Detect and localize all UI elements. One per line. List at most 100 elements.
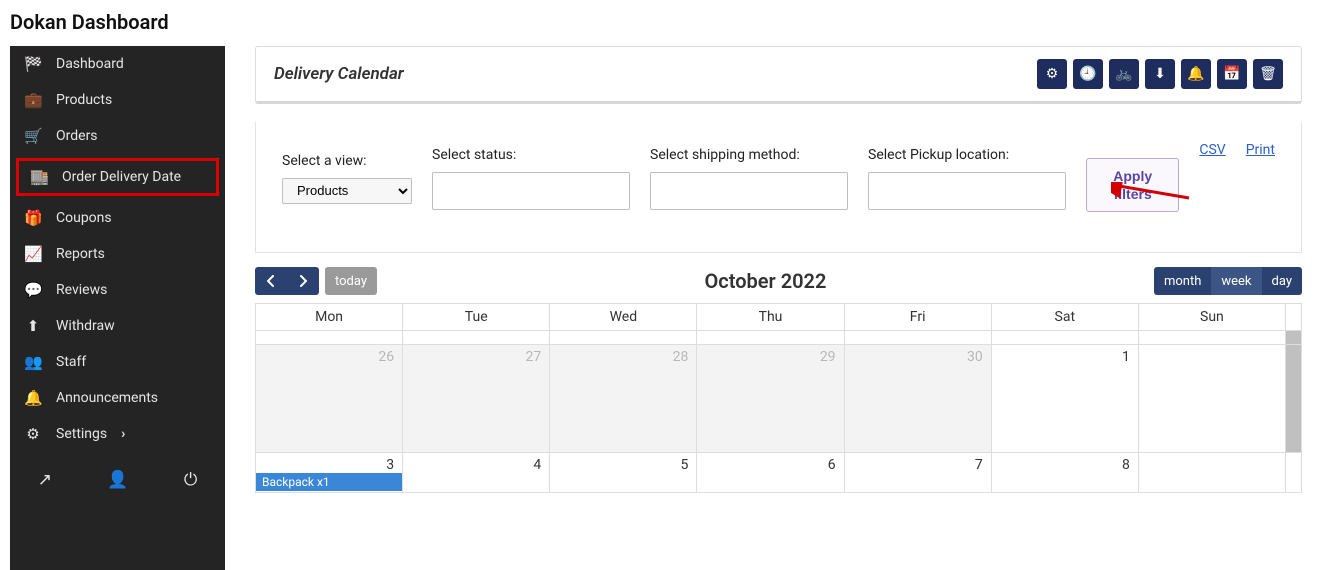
main-content: Delivery Calendar ⚙🕘🚲⬇🔔📅🗑 Select a view:… xyxy=(225,46,1320,570)
day-number: 6 xyxy=(828,457,836,473)
calendar-cell[interactable]: 30 xyxy=(844,345,991,453)
calendar-icon[interactable]: 📅 xyxy=(1217,59,1247,89)
download-icon[interactable]: ⬇ xyxy=(1145,59,1175,89)
upload-icon: ⬆ xyxy=(24,317,42,335)
calendar-event[interactable]: Backpack x1 xyxy=(256,473,402,491)
print-link[interactable]: Print xyxy=(1246,142,1275,158)
calendar-cell[interactable]: 5 xyxy=(550,453,697,493)
header-icon-row: ⚙🕘🚲⬇🔔📅🗑 xyxy=(1037,59,1283,89)
sidebar-item-settings[interactable]: ⚙Settings› xyxy=(10,416,225,452)
chart-icon: 📈 xyxy=(24,245,42,263)
day-header: Thu xyxy=(697,304,844,331)
briefcase-icon: 💼 xyxy=(24,91,42,109)
calendar-cell[interactable]: 29 xyxy=(697,345,844,453)
sidebar-item-order-delivery-date[interactable]: 🏬 Order Delivery Date xyxy=(16,158,219,196)
sidebar-item-label: Settings xyxy=(56,426,107,442)
view-switch: month week day xyxy=(1154,267,1302,295)
sidebar-item-label: Products xyxy=(56,92,112,108)
pickup-input[interactable] xyxy=(868,172,1066,210)
calendar-cell[interactable] xyxy=(1138,345,1285,453)
view-week[interactable]: week xyxy=(1211,267,1261,295)
bicycle-icon[interactable]: 🚲 xyxy=(1109,59,1139,89)
day-number: 27 xyxy=(526,349,542,365)
calendar-cell[interactable]: 8 xyxy=(991,453,1138,493)
sidebar-item-label: Reviews xyxy=(56,282,107,298)
tachometer-icon: 🏁 xyxy=(24,55,42,73)
calendar-cell[interactable]: 7 xyxy=(844,453,991,493)
calendar-cell[interactable] xyxy=(1138,453,1285,493)
bell-icon: 🔔 xyxy=(24,389,42,407)
day-header: Sun xyxy=(1138,304,1285,331)
calendar-toolbar: today October 2022 month week day xyxy=(255,267,1302,295)
calendar-cell[interactable]: 27 xyxy=(403,345,550,453)
day-header: Sat xyxy=(991,304,1138,331)
apply-filters-button[interactable]: Apply filters xyxy=(1086,158,1179,212)
sidebar-item-dashboard[interactable]: 🏁Dashboard xyxy=(10,46,225,82)
calendar-title: October 2022 xyxy=(377,269,1154,293)
day-number: 4 xyxy=(533,457,541,473)
panel-title: Delivery Calendar xyxy=(274,64,404,84)
scrollbar[interactable] xyxy=(1286,453,1302,493)
sidebar-item-products[interactable]: 💼 Products xyxy=(10,82,225,118)
sidebar: 🏁Dashboard 💼 Products 🛒 Orders 🏬 Order Deliver… xyxy=(10,46,225,570)
view-day[interactable]: day xyxy=(1262,267,1302,295)
cog-icon[interactable]: ⚙ xyxy=(1037,59,1067,89)
shipping-input[interactable] xyxy=(650,172,848,210)
day-header: Tue xyxy=(403,304,550,331)
status-input[interactable] xyxy=(432,172,630,210)
scrollbar[interactable] xyxy=(1286,345,1302,453)
pickup-label: Select Pickup location: xyxy=(868,147,1066,163)
day-header: Mon xyxy=(256,304,403,331)
shipping-label: Select shipping method: xyxy=(650,147,848,163)
calendar-cell[interactable]: 28 xyxy=(550,345,697,453)
sidebar-item-label: Order Delivery Date xyxy=(62,169,181,185)
sidebar-item-label: Orders xyxy=(56,128,98,144)
calendar-cell[interactable]: 3Backpack x1 xyxy=(256,453,403,493)
today-button[interactable]: today xyxy=(325,267,377,295)
day-number: 3 xyxy=(386,457,394,473)
view-label: Select a view: xyxy=(282,153,412,169)
calendar-cell[interactable]: 26 xyxy=(256,345,403,453)
calendar-cell[interactable]: 6 xyxy=(697,453,844,493)
external-link-icon[interactable]: ↗ xyxy=(38,470,52,490)
day-number: 28 xyxy=(673,349,689,365)
page-title: Dokan Dashboard xyxy=(0,0,1320,46)
cart-icon: 🛒 xyxy=(24,127,42,145)
chevron-right-icon: › xyxy=(121,426,125,442)
sidebar-item-label: Coupons xyxy=(56,210,112,226)
scrollbar[interactable] xyxy=(1286,304,1302,331)
prev-button[interactable] xyxy=(255,267,287,295)
day-number: 5 xyxy=(681,457,689,473)
day-number: 1 xyxy=(1122,349,1130,365)
sidebar-item-reviews[interactable]: 💬Reviews xyxy=(10,272,225,308)
sidebar-item-label: Reports xyxy=(56,246,105,262)
sidebar-item-orders[interactable]: 🛒 Orders xyxy=(10,118,225,154)
day-header: Wed xyxy=(550,304,697,331)
calendar-grid: MonTueWedThuFriSatSun 26 27 28 2930 1 3Backpa… xyxy=(255,303,1302,493)
day-number: 7 xyxy=(975,457,983,473)
day-number: 26 xyxy=(378,349,394,365)
calendar-cell[interactable]: 4 xyxy=(403,453,550,493)
view-month[interactable]: month xyxy=(1154,267,1211,295)
next-button[interactable] xyxy=(287,267,319,295)
sidebar-item-reports[interactable]: 📈 Reports xyxy=(10,236,225,272)
day-header: Fri xyxy=(844,304,991,331)
csv-link[interactable]: CSV xyxy=(1199,142,1225,158)
archive-icon[interactable]: 🗑 xyxy=(1253,59,1283,89)
bell-icon[interactable]: 🔔 xyxy=(1181,59,1211,89)
sidebar-item-staff[interactable]: 👥Staff xyxy=(10,344,225,380)
view-select[interactable]: Products xyxy=(282,178,412,204)
store-icon: 🏬 xyxy=(30,168,48,186)
sidebar-footer: ↗ 👤 ⏻ xyxy=(10,452,225,508)
calendar-cell[interactable]: 1 xyxy=(991,345,1138,453)
sidebar-item-label: Staff xyxy=(56,354,86,370)
day-number: 8 xyxy=(1122,457,1130,473)
sidebar-item-announcements[interactable]: 🔔Announcements xyxy=(10,380,225,416)
user-icon[interactable]: 👤 xyxy=(107,470,128,490)
status-label: Select status: xyxy=(432,147,630,163)
clock-icon[interactable]: 🕘 xyxy=(1073,59,1103,89)
sidebar-item-label: Withdraw xyxy=(56,318,115,334)
sidebar-item-withdraw[interactable]: ⬆ Withdraw xyxy=(10,308,225,344)
power-icon[interactable]: ⏻ xyxy=(184,470,197,490)
sidebar-item-coupons[interactable]: 🎁Coupons xyxy=(10,200,225,236)
